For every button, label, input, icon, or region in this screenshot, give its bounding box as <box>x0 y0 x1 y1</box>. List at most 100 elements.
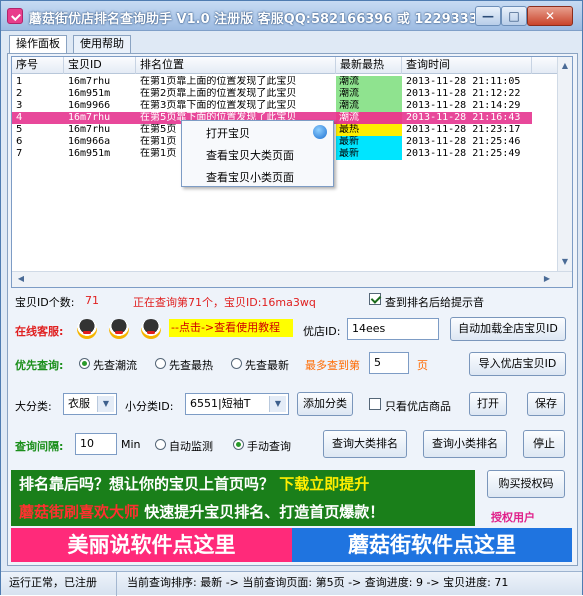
main-category-select[interactable]: 衣服 <box>63 393 117 415</box>
row-no: 1 <box>16 76 23 87</box>
promo-text-white: 排名靠后吗？想让你的宝贝上首页吗？ <box>19 475 275 493</box>
row-position: 在第1页靠上面的位置发现了此宝贝 <box>140 76 297 87</box>
title-bar: 蘑菇街优店排名查询助手 V1.0 注册版 客服QQ:582166396 或 12… <box>1 1 582 31</box>
priority-new-label: 先查最新 <box>245 359 289 372</box>
column-header-time[interactable]: 查询时间 <box>402 57 532 74</box>
manual-query-label: 手动查询 <box>247 440 291 453</box>
service-label: 在线客服: <box>15 325 64 338</box>
query-big-category-button[interactable]: 查询大类排名 <box>323 430 407 458</box>
vertical-scrollbar[interactable]: ▲ ▼ <box>557 57 572 287</box>
row-time: 2013-11-28 21:11:05 <box>406 76 521 87</box>
menu-item-view-small-category[interactable]: 查看宝贝小类页面 <box>182 167 335 189</box>
priority-trend-radio[interactable] <box>79 358 90 369</box>
import-shop-items-button[interactable]: 导入优店宝贝ID <box>469 352 566 376</box>
row-hot: 潮流 <box>336 88 402 100</box>
query-small-category-button[interactable]: 查询小类排名 <box>423 430 507 458</box>
notify-sound-label: 查到排名后给提示音 <box>385 296 484 309</box>
shop-id-input[interactable]: 14ees <box>347 318 439 340</box>
sub-category-select[interactable]: 6551|短袖T <box>185 393 289 415</box>
row-item-id: 16m9966 <box>68 100 111 111</box>
row-hot: 潮流 <box>336 76 402 88</box>
promo-download-text: 下载立即提升 <box>279 475 370 493</box>
menu-item-open-item[interactable]: 打开宝贝 <box>182 123 335 145</box>
meilishuo-software-button[interactable]: 美丽说软件点这里 <box>11 528 292 562</box>
status-run: 运行正常，已注册 <box>1 572 117 596</box>
priority-label: 优先查询: <box>15 359 64 372</box>
column-header-hot[interactable]: 最新最热 <box>336 57 402 74</box>
scroll-left-icon[interactable]: ◀ <box>14 274 28 286</box>
row-hot: 最新 <box>336 148 402 160</box>
row-no: 3 <box>16 100 23 111</box>
interval-label: 查询间隔: <box>15 440 64 453</box>
notify-sound-checkbox[interactable] <box>369 293 381 305</box>
scroll-right-icon[interactable]: ▶ <box>540 274 554 286</box>
sub-category-label: 小分类ID: <box>125 400 174 413</box>
main-window: 蘑菇街优店排名查询助手 V1.0 注册版 客服QQ:582166396 或 12… <box>0 0 583 596</box>
maximize-button[interactable]: □ <box>501 6 527 26</box>
horizontal-scrollbar[interactable]: ◀ ▶ <box>12 271 572 287</box>
minimize-button[interactable]: — <box>475 6 501 26</box>
row-item-id: 16m951m <box>68 148 111 159</box>
status-progress: 当前查询排序: 最新 -> 当前查询页面: 第5页 -> 查询进度: 9 -> … <box>127 576 509 589</box>
table-row[interactable]: 3 16m9966 在第3页靠下面的位置发现了此宝贝 潮流 2013-11-28 21:… <box>12 100 532 112</box>
tab-control-panel[interactable]: 操作面板 <box>9 35 67 54</box>
qq-icon[interactable] <box>109 319 129 339</box>
window-title: 蘑菇街优店排名查询助手 V1.0 注册版 客服QQ:582166396 或 12… <box>29 12 505 27</box>
table-row[interactable]: 2 16m951m 在第2页靠上面的位置发现了此宝贝 潮流 2013-11-28 21:… <box>12 88 532 100</box>
only-shop-checkbox[interactable] <box>369 398 381 410</box>
priority-new-radio[interactable] <box>231 358 242 369</box>
auto-load-button[interactable]: 自动加载全店宝贝ID <box>450 317 566 341</box>
stop-button[interactable]: 停止 <box>523 430 565 458</box>
priority-trend-label: 先查潮流 <box>93 359 137 372</box>
current-query-status: 正在查询第71个，宝贝ID:16ma3wq <box>133 296 316 309</box>
auto-monitor-radio[interactable] <box>155 439 166 450</box>
promo-banner-bottom[interactable]: 蘑菇街刷喜欢大师 快速提升宝贝排名、打造首页爆款！ <box>11 498 475 526</box>
context-menu: 打开宝贝 查看宝贝大类页面 查看宝贝小类页面 <box>181 120 334 187</box>
scroll-down-icon[interactable]: ▼ <box>559 255 571 269</box>
priority-hot-radio[interactable] <box>155 358 166 369</box>
priority-hot-label: 先查最热 <box>169 359 213 372</box>
max-page-input[interactable]: 5 <box>369 352 409 374</box>
tutorial-link[interactable]: --点击->查看使用教程 <box>169 319 293 337</box>
shop-id-label: 优店ID: <box>303 325 341 338</box>
interval-input[interactable]: 10 <box>75 433 117 455</box>
manual-query-radio[interactable] <box>233 439 244 450</box>
qq-icon[interactable] <box>77 319 97 339</box>
tab-help[interactable]: 使用帮助 <box>73 35 131 53</box>
promo-banner-top[interactable]: 排名靠后吗？想让你的宝贝上首页吗？ 下载立即提升 <box>11 470 475 498</box>
max-page-label: 最多查到第 <box>305 359 360 372</box>
authorized-user-label: 授权用户 <box>491 511 535 524</box>
item-count-value: 71 <box>85 294 99 307</box>
row-item-id: 16m7rhu <box>68 76 111 87</box>
column-header-no[interactable]: 序号 <box>12 57 64 74</box>
row-item-id: 16m966a <box>68 136 111 147</box>
row-item-id: 16m7rhu <box>68 112 111 123</box>
max-page-unit: 页 <box>417 359 428 372</box>
mogujie-software-button[interactable]: 蘑菇街软件点这里 <box>292 528 572 562</box>
app-logo-icon <box>7 8 23 24</box>
scroll-up-icon[interactable]: ▲ <box>559 59 571 73</box>
auto-monitor-label: 自动监测 <box>169 440 213 453</box>
column-header-id[interactable]: 宝贝ID <box>64 57 136 74</box>
add-category-button[interactable]: 添加分类 <box>297 392 353 416</box>
buy-license-button[interactable]: 购买授权码 <box>487 470 565 498</box>
qq-icon[interactable] <box>141 319 161 339</box>
main-category-label: 大分类: <box>15 400 52 413</box>
row-position: 在第2页靠上面的位置发现了此宝贝 <box>140 88 297 99</box>
row-time: 2013-11-28 21:25:46 <box>406 136 521 147</box>
row-no: 4 <box>16 112 23 123</box>
save-button[interactable]: 保存 <box>527 392 565 416</box>
promo-slogan-text: 快速提升宝贝排名、打造首页爆款！ <box>144 503 385 521</box>
item-count-label: 宝贝ID个数: <box>15 296 75 309</box>
row-no: 6 <box>16 136 23 147</box>
open-button[interactable]: 打开 <box>469 392 507 416</box>
column-header-position[interactable]: 排名位置 <box>136 57 336 74</box>
row-time: 2013-11-28 21:23:17 <box>406 124 521 135</box>
row-hot: 潮流 <box>336 100 402 112</box>
interval-unit: Min <box>121 438 141 451</box>
row-hot: 最新 <box>336 136 402 148</box>
menu-item-view-big-category[interactable]: 查看宝贝大类页面 <box>182 145 335 167</box>
table-row[interactable]: 1 16m7rhu 在第1页靠上面的位置发现了此宝贝 潮流 2013-11-28 21:… <box>12 76 532 88</box>
close-button[interactable]: ✕ <box>527 6 573 26</box>
row-hot: 最热 <box>336 124 402 136</box>
